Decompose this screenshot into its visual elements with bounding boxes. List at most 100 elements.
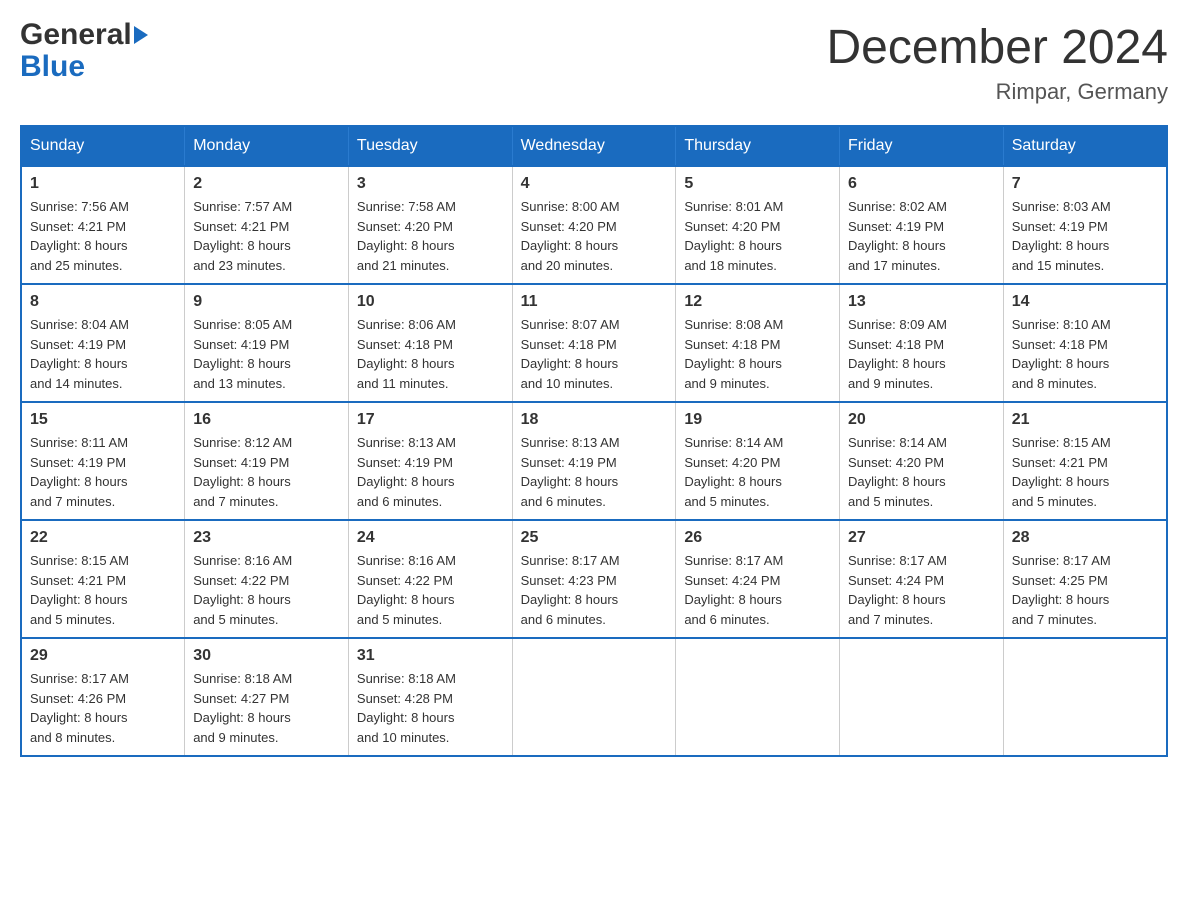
day-info: Sunrise: 8:14 AMSunset: 4:20 PMDaylight:… <box>684 433 831 511</box>
page-header: General Blue December 2024 Rimpar, Germa… <box>20 20 1168 105</box>
logo: General Blue <box>20 20 148 82</box>
calendar-cell-w3-d3: 17 Sunrise: 8:13 AMSunset: 4:19 PMDaylig… <box>348 402 512 520</box>
day-number: 13 <box>848 293 995 311</box>
day-info: Sunrise: 8:17 AMSunset: 4:24 PMDaylight:… <box>684 551 831 629</box>
day-info: Sunrise: 8:13 AMSunset: 4:19 PMDaylight:… <box>357 433 504 511</box>
header-wednesday: Wednesday <box>512 126 676 166</box>
header-saturday: Saturday <box>1003 126 1167 166</box>
day-info: Sunrise: 8:18 AMSunset: 4:27 PMDaylight:… <box>193 669 340 747</box>
day-number: 27 <box>848 529 995 547</box>
day-info: Sunrise: 8:16 AMSunset: 4:22 PMDaylight:… <box>193 551 340 629</box>
calendar-cell-w2-d6: 13 Sunrise: 8:09 AMSunset: 4:18 PMDaylig… <box>840 284 1004 402</box>
calendar-cell-w3-d6: 20 Sunrise: 8:14 AMSunset: 4:20 PMDaylig… <box>840 402 1004 520</box>
calendar-header: Sunday Monday Tuesday Wednesday Thursday… <box>21 126 1167 166</box>
calendar-cell-w4-d7: 28 Sunrise: 8:17 AMSunset: 4:25 PMDaylig… <box>1003 520 1167 638</box>
calendar-cell-w5-d7 <box>1003 638 1167 756</box>
calendar-cell-w2-d5: 12 Sunrise: 8:08 AMSunset: 4:18 PMDaylig… <box>676 284 840 402</box>
header-friday: Friday <box>840 126 1004 166</box>
day-info: Sunrise: 8:18 AMSunset: 4:28 PMDaylight:… <box>357 669 504 747</box>
day-info: Sunrise: 8:17 AMSunset: 4:23 PMDaylight:… <box>521 551 668 629</box>
calendar-cell-w3-d1: 15 Sunrise: 8:11 AMSunset: 4:19 PMDaylig… <box>21 402 185 520</box>
logo-line2: Blue <box>20 52 148 82</box>
calendar-body: 1 Sunrise: 7:56 AMSunset: 4:21 PMDayligh… <box>21 166 1167 756</box>
day-info: Sunrise: 8:06 AMSunset: 4:18 PMDaylight:… <box>357 315 504 393</box>
day-info: Sunrise: 8:09 AMSunset: 4:18 PMDaylight:… <box>848 315 995 393</box>
logo-general-text: General <box>20 18 132 51</box>
calendar-cell-w2-d3: 10 Sunrise: 8:06 AMSunset: 4:18 PMDaylig… <box>348 284 512 402</box>
calendar-cell-w2-d2: 9 Sunrise: 8:05 AMSunset: 4:19 PMDayligh… <box>185 284 349 402</box>
day-number: 24 <box>357 529 504 547</box>
day-number: 2 <box>193 175 340 193</box>
day-info: Sunrise: 7:56 AMSunset: 4:21 PMDaylight:… <box>30 197 176 275</box>
day-number: 23 <box>193 529 340 547</box>
day-number: 30 <box>193 647 340 665</box>
header-thursday: Thursday <box>676 126 840 166</box>
day-info: Sunrise: 8:04 AMSunset: 4:19 PMDaylight:… <box>30 315 176 393</box>
day-info: Sunrise: 8:00 AMSunset: 4:20 PMDaylight:… <box>521 197 668 275</box>
day-info: Sunrise: 7:58 AMSunset: 4:20 PMDaylight:… <box>357 197 504 275</box>
logo-text: General Blue <box>20 20 148 82</box>
calendar-cell-w3-d4: 18 Sunrise: 8:13 AMSunset: 4:19 PMDaylig… <box>512 402 676 520</box>
calendar-week-4: 22 Sunrise: 8:15 AMSunset: 4:21 PMDaylig… <box>21 520 1167 638</box>
calendar-cell-w5-d5 <box>676 638 840 756</box>
day-info: Sunrise: 8:17 AMSunset: 4:24 PMDaylight:… <box>848 551 995 629</box>
calendar-cell-w4-d5: 26 Sunrise: 8:17 AMSunset: 4:24 PMDaylig… <box>676 520 840 638</box>
day-number: 11 <box>521 293 668 311</box>
calendar-cell-w5-d4 <box>512 638 676 756</box>
location-label: Rimpar, Germany <box>826 79 1168 105</box>
day-number: 6 <box>848 175 995 193</box>
day-info: Sunrise: 8:03 AMSunset: 4:19 PMDaylight:… <box>1012 197 1158 275</box>
day-info: Sunrise: 8:12 AMSunset: 4:19 PMDaylight:… <box>193 433 340 511</box>
calendar-cell-w4-d1: 22 Sunrise: 8:15 AMSunset: 4:21 PMDaylig… <box>21 520 185 638</box>
day-number: 31 <box>357 647 504 665</box>
calendar-cell-w1-d2: 2 Sunrise: 7:57 AMSunset: 4:21 PMDayligh… <box>185 166 349 284</box>
day-number: 4 <box>521 175 668 193</box>
day-info: Sunrise: 8:07 AMSunset: 4:18 PMDaylight:… <box>521 315 668 393</box>
day-number: 14 <box>1012 293 1158 311</box>
day-info: Sunrise: 8:05 AMSunset: 4:19 PMDaylight:… <box>193 315 340 393</box>
logo-triangle-icon <box>134 26 148 44</box>
calendar-cell-w3-d2: 16 Sunrise: 8:12 AMSunset: 4:19 PMDaylig… <box>185 402 349 520</box>
day-info: Sunrise: 8:13 AMSunset: 4:19 PMDaylight:… <box>521 433 668 511</box>
calendar-cell-w1-d6: 6 Sunrise: 8:02 AMSunset: 4:19 PMDayligh… <box>840 166 1004 284</box>
calendar-cell-w2-d7: 14 Sunrise: 8:10 AMSunset: 4:18 PMDaylig… <box>1003 284 1167 402</box>
day-number: 8 <box>30 293 176 311</box>
day-number: 15 <box>30 411 176 429</box>
day-info: Sunrise: 8:10 AMSunset: 4:18 PMDaylight:… <box>1012 315 1158 393</box>
header-monday: Monday <box>185 126 349 166</box>
calendar-week-5: 29 Sunrise: 8:17 AMSunset: 4:26 PMDaylig… <box>21 638 1167 756</box>
day-number: 5 <box>684 175 831 193</box>
logo-line1: General <box>20 20 148 50</box>
weekday-header-row: Sunday Monday Tuesday Wednesday Thursday… <box>21 126 1167 166</box>
day-number: 26 <box>684 529 831 547</box>
calendar-cell-w3-d5: 19 Sunrise: 8:14 AMSunset: 4:20 PMDaylig… <box>676 402 840 520</box>
day-number: 20 <box>848 411 995 429</box>
calendar-cell-w4-d2: 23 Sunrise: 8:16 AMSunset: 4:22 PMDaylig… <box>185 520 349 638</box>
calendar-cell-w5-d2: 30 Sunrise: 8:18 AMSunset: 4:27 PMDaylig… <box>185 638 349 756</box>
day-number: 19 <box>684 411 831 429</box>
day-info: Sunrise: 8:08 AMSunset: 4:18 PMDaylight:… <box>684 315 831 393</box>
day-info: Sunrise: 8:16 AMSunset: 4:22 PMDaylight:… <box>357 551 504 629</box>
day-info: Sunrise: 8:15 AMSunset: 4:21 PMDaylight:… <box>1012 433 1158 511</box>
calendar-week-2: 8 Sunrise: 8:04 AMSunset: 4:19 PMDayligh… <box>21 284 1167 402</box>
calendar-cell-w1-d4: 4 Sunrise: 8:00 AMSunset: 4:20 PMDayligh… <box>512 166 676 284</box>
header-tuesday: Tuesday <box>348 126 512 166</box>
day-info: Sunrise: 8:17 AMSunset: 4:26 PMDaylight:… <box>30 669 176 747</box>
header-sunday: Sunday <box>21 126 185 166</box>
day-number: 12 <box>684 293 831 311</box>
calendar-week-1: 1 Sunrise: 7:56 AMSunset: 4:21 PMDayligh… <box>21 166 1167 284</box>
calendar-week-3: 15 Sunrise: 8:11 AMSunset: 4:19 PMDaylig… <box>21 402 1167 520</box>
calendar-cell-w1-d1: 1 Sunrise: 7:56 AMSunset: 4:21 PMDayligh… <box>21 166 185 284</box>
day-number: 16 <box>193 411 340 429</box>
calendar-table: Sunday Monday Tuesday Wednesday Thursday… <box>20 125 1168 757</box>
month-title: December 2024 <box>826 20 1168 75</box>
day-number: 9 <box>193 293 340 311</box>
day-info: Sunrise: 8:01 AMSunset: 4:20 PMDaylight:… <box>684 197 831 275</box>
day-number: 17 <box>357 411 504 429</box>
title-area: December 2024 Rimpar, Germany <box>826 20 1168 105</box>
day-number: 25 <box>521 529 668 547</box>
calendar-cell-w5-d3: 31 Sunrise: 8:18 AMSunset: 4:28 PMDaylig… <box>348 638 512 756</box>
day-number: 29 <box>30 647 176 665</box>
calendar-cell-w3-d7: 21 Sunrise: 8:15 AMSunset: 4:21 PMDaylig… <box>1003 402 1167 520</box>
calendar-cell-w1-d3: 3 Sunrise: 7:58 AMSunset: 4:20 PMDayligh… <box>348 166 512 284</box>
